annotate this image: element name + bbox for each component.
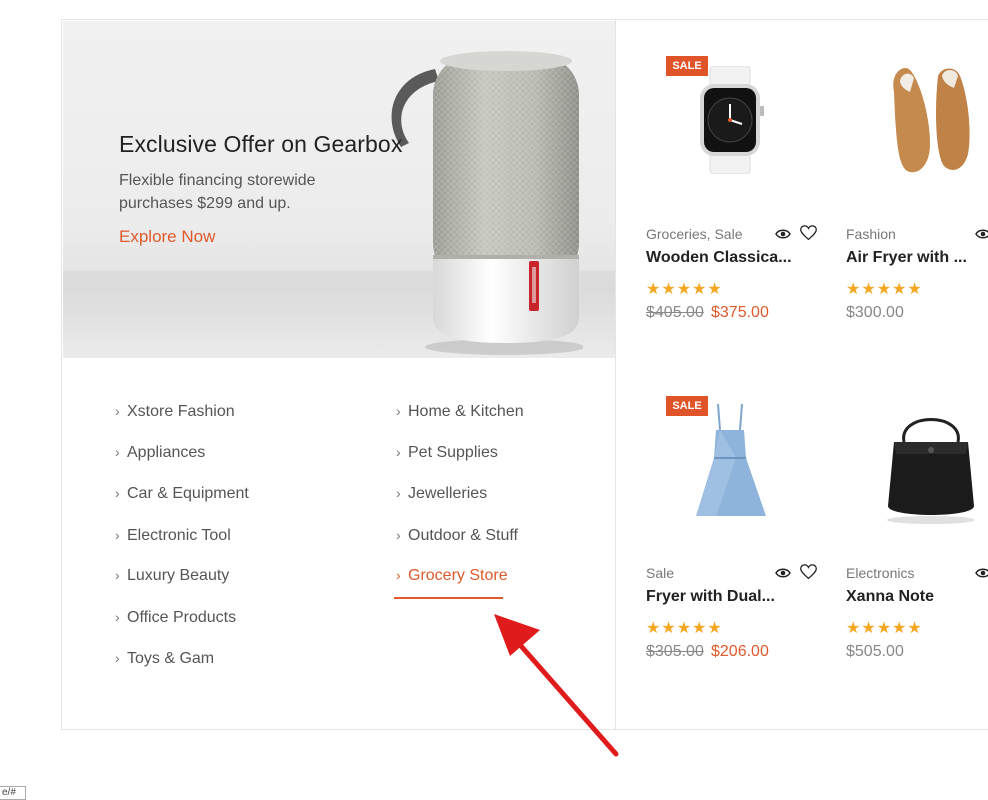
banner-subtitle: Flexible financing storewide purchases $… <box>119 172 316 212</box>
sale-price: $375.00 <box>711 304 769 321</box>
wishlist-heart-icon[interactable] <box>800 225 817 241</box>
chevron-right-icon: › <box>115 403 120 419</box>
product-name[interactable]: Air Fryer with ... <box>846 249 967 267</box>
old-price: $405.00 <box>646 304 704 321</box>
chevron-right-icon: › <box>115 444 120 460</box>
product-name[interactable]: Wooden Classica... <box>646 249 792 267</box>
product-category[interactable]: Sale <box>646 565 674 581</box>
banner-title: Exclusive Offer on Gearbox <box>119 131 403 157</box>
quick-view-eye-icon[interactable] <box>975 566 988 580</box>
rating-stars: ★★★★★ <box>646 281 723 298</box>
old-price: $305.00 <box>646 643 704 660</box>
chevron-right-icon: › <box>396 527 401 543</box>
product-image-bag[interactable] <box>874 402 988 526</box>
wishlist-heart-icon[interactable] <box>800 564 817 580</box>
product-category[interactable]: Electronics <box>846 565 914 581</box>
category-home-kitchen[interactable]: › Home & Kitchen <box>396 403 524 421</box>
rating-stars: ★★★★★ <box>646 620 723 637</box>
product-name[interactable]: Xanna Note <box>846 588 934 606</box>
product-image-shoes[interactable] <box>886 62 980 178</box>
category-pet-supplies[interactable]: › Pet Supplies <box>396 444 498 462</box>
sale-price: $206.00 <box>711 643 769 660</box>
quick-view-eye-icon[interactable] <box>975 227 988 241</box>
rating-stars: ★★★★★ <box>846 620 923 637</box>
rating-stars: ★★★★★ <box>846 281 923 298</box>
explore-now-link[interactable]: Explore Now <box>119 227 215 247</box>
chevron-right-icon: › <box>115 485 120 501</box>
speaker-image <box>391 51 583 355</box>
chevron-right-icon: › <box>115 527 120 543</box>
price: $505.00 <box>846 643 904 660</box>
product-category[interactable]: Fashion <box>846 226 896 242</box>
category-electronic-tool[interactable]: › Electronic Tool <box>115 527 231 545</box>
quick-view-eye-icon[interactable] <box>775 227 791 241</box>
chevron-right-icon: › <box>396 444 401 460</box>
category-toys-games[interactable]: › Toys & Gam <box>115 650 214 668</box>
category-grocery-store[interactable]: › Grocery Store <box>396 567 508 585</box>
product-image-dress[interactable] <box>680 402 784 526</box>
product-image-watch[interactable] <box>690 66 770 174</box>
price: $300.00 <box>846 304 904 321</box>
chevron-right-icon: › <box>115 650 120 666</box>
chevron-right-icon: › <box>396 403 401 419</box>
category-xstore-fashion[interactable]: › Xstore Fashion <box>115 403 235 421</box>
category-luxury-beauty[interactable]: › Luxury Beauty <box>115 567 229 585</box>
active-category-underline <box>394 597 503 599</box>
status-url-fragment: e/# <box>0 786 26 800</box>
chevron-right-icon: › <box>396 567 401 583</box>
product-name[interactable]: Fryer with Dual... <box>646 588 775 606</box>
chevron-right-icon: › <box>115 567 120 583</box>
chevron-right-icon: › <box>396 485 401 501</box>
annotation-arrow-icon <box>494 614 619 757</box>
product-category[interactable]: Groceries, Sale <box>646 226 742 242</box>
chevron-right-icon: › <box>115 609 120 625</box>
quick-view-eye-icon[interactable] <box>775 566 791 580</box>
category-office-products[interactable]: › Office Products <box>115 609 236 627</box>
category-appliances[interactable]: › Appliances <box>115 444 205 462</box>
category-car-equipment[interactable]: › Car & Equipment <box>115 485 249 503</box>
category-jewelleries[interactable]: › Jewelleries <box>396 485 487 503</box>
category-outdoor-stuff[interactable]: › Outdoor & Stuff <box>396 527 518 545</box>
promo-banner[interactable]: Exclusive Offer on Gearbox Flexible fina… <box>63 21 615 358</box>
